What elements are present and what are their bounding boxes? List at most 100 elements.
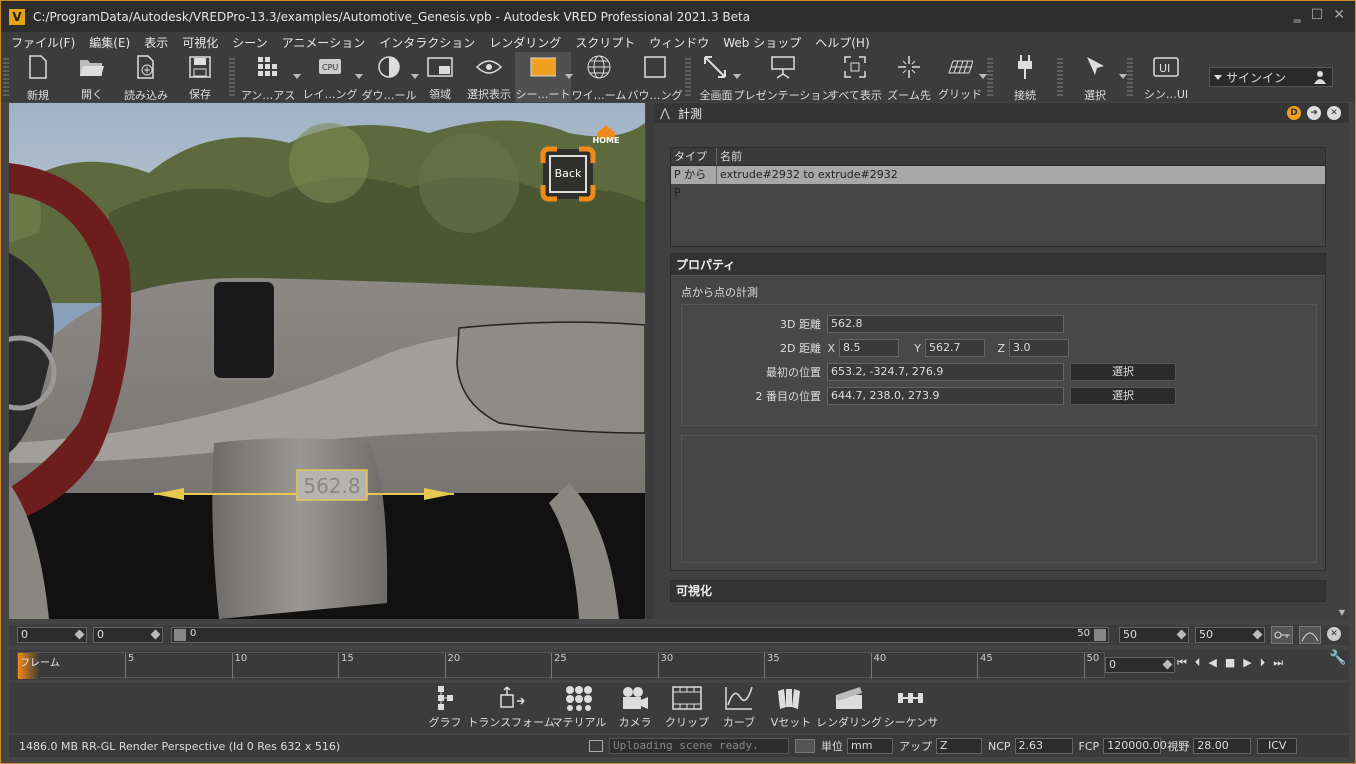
select-second-button[interactable]: 選択 xyxy=(1070,387,1176,405)
unit-select[interactable]: mm xyxy=(847,738,893,754)
clip-button[interactable]: クリップ xyxy=(661,683,713,733)
toolbar-save-button[interactable]: 保存 xyxy=(173,52,227,102)
menu-scene[interactable]: シーン xyxy=(232,34,267,51)
end-frame-spin[interactable]: 50 xyxy=(1119,627,1189,643)
toolbar-grip[interactable] xyxy=(3,58,9,96)
sequencer-button[interactable]: シーケンサ xyxy=(881,683,941,733)
col-type-header[interactable]: タイプ xyxy=(671,148,717,165)
frame-ruler[interactable]: フレーム 5 10 15 20 25 30 35 40 45 50 xyxy=(17,652,1105,679)
step-forward-icon[interactable]: ⏵ xyxy=(1260,656,1266,670)
menu-visualization[interactable]: 可視化 xyxy=(182,34,218,51)
y-field[interactable]: 562.7 xyxy=(925,339,985,357)
toolbar-antialias-button[interactable]: アン…アス xyxy=(237,52,301,102)
key-icon[interactable] xyxy=(1271,626,1293,644)
icv-button[interactable]: ICV xyxy=(1257,738,1298,754)
toolbar-connect-button[interactable]: 接続 xyxy=(995,52,1055,102)
go-end-icon[interactable]: ⏭ xyxy=(1273,656,1283,670)
ncp-field[interactable]: 2.63 xyxy=(1014,738,1073,754)
menu-script[interactable]: スクリプト xyxy=(575,34,635,51)
menu-animation[interactable]: アニメーション xyxy=(282,34,366,51)
toolbar-grip[interactable] xyxy=(1127,58,1133,96)
fov-field[interactable]: 28.00 xyxy=(1193,738,1252,754)
toolbar-open-button[interactable]: 開く xyxy=(65,52,119,102)
x-field[interactable]: 8.5 xyxy=(839,339,899,357)
arrow-right-icon[interactable]: ➜ xyxy=(1307,106,1321,120)
menu-view[interactable]: 表示 xyxy=(144,34,168,51)
range-start-handle[interactable] xyxy=(174,629,186,641)
toolbar-region-button[interactable]: 領域 xyxy=(417,52,463,102)
toolbar-grip[interactable] xyxy=(229,58,235,96)
current-frame-spin[interactable]: 0 xyxy=(1105,657,1175,673)
toolbar-bounding-button[interactable]: バウ…ング xyxy=(627,52,683,102)
toolbar-downscale-button[interactable]: ダウ…ール xyxy=(361,52,419,102)
range-slider[interactable]: 0 50 xyxy=(171,627,1109,643)
clear-log-icon[interactable] xyxy=(795,739,815,753)
play-icon[interactable]: ▶ xyxy=(1243,656,1251,670)
second-position-field[interactable]: 644.7, 238.0, 273.9 xyxy=(827,387,1064,405)
toolbar-sceneplate-button[interactable]: シー…ート xyxy=(515,52,573,102)
signin-dropdown[interactable]: サインイン xyxy=(1209,67,1333,87)
col-name-header[interactable]: 名前 xyxy=(717,148,1325,165)
toolbar-zoom-to-button[interactable]: ズーム先 xyxy=(883,52,935,102)
vset-button[interactable]: Vセット xyxy=(765,683,817,733)
toolbar-select-button[interactable]: 選択 xyxy=(1065,52,1127,102)
dock-icon[interactable]: D xyxy=(1287,106,1301,120)
close-button[interactable]: ✕ xyxy=(1333,7,1345,23)
panel-caret-icon[interactable]: ⋀ xyxy=(660,106,670,120)
menu-file[interactable]: ファイル(F) xyxy=(11,34,75,51)
menu-edit[interactable]: 編集(E) xyxy=(89,34,130,51)
stop-icon[interactable]: ■ xyxy=(1225,656,1235,670)
close-panel-icon[interactable]: ✕ xyxy=(1327,106,1341,120)
render-button[interactable]: レンダリング xyxy=(816,683,882,733)
z-field[interactable]: 3.0 xyxy=(1009,339,1069,357)
wrench-icon[interactable]: 🔧 xyxy=(1329,650,1346,666)
minimize-button[interactable]: ‗ xyxy=(1294,7,1301,23)
graph-button[interactable]: グラフ xyxy=(417,683,473,733)
menu-webshop[interactable]: Web ショップ xyxy=(723,34,801,51)
camera-button[interactable]: カメラ xyxy=(609,683,661,733)
toolbar-import-button[interactable]: 読み込み xyxy=(119,52,173,102)
fcp-field[interactable]: 120000.00 xyxy=(1103,738,1167,754)
toolbar-grip[interactable] xyxy=(987,58,993,96)
material-button[interactable]: マテリアル xyxy=(549,683,609,733)
scroll-down-icon[interactable]: ▼ xyxy=(1339,608,1345,617)
toolbar-new-button[interactable]: 新規 xyxy=(11,52,65,102)
menu-window[interactable]: ウィンドウ xyxy=(649,34,709,51)
table-row[interactable]: P から P extrude#2932 to extrude#2932 xyxy=(671,166,1325,199)
toolbar-raytracing-button[interactable]: CPU レイ…ング xyxy=(299,52,363,102)
toolbar-simple-ui-button[interactable]: UI シン…UI xyxy=(1135,52,1197,102)
start-frame-spin[interactable]: 0 xyxy=(17,627,87,643)
go-start-icon[interactable]: ⏮ xyxy=(1177,656,1187,670)
close-timeline-icon[interactable]: ✕ xyxy=(1327,627,1341,641)
toolbar-grip[interactable] xyxy=(685,58,691,96)
toolbar-wireframe-button[interactable]: ワイ…ーム xyxy=(571,52,627,102)
menu-rendering[interactable]: レンダリング xyxy=(489,34,561,51)
curve-button[interactable]: カーブ xyxy=(713,683,765,733)
navigation-cube[interactable]: Back xyxy=(540,146,596,202)
render-viewport[interactable]: 562.8 Back HOME xyxy=(9,103,645,619)
end-frame-spin-2[interactable]: 50 xyxy=(1195,627,1265,643)
toolbar-fullscreen-button[interactable]: 全画面 xyxy=(693,52,741,102)
menu-help[interactable]: ヘルプ(H) xyxy=(815,34,869,51)
viewport-splitter[interactable] xyxy=(646,103,654,619)
curve-editor-icon[interactable] xyxy=(1299,626,1321,644)
first-position-field[interactable]: 653.2, -324.7, 276.9 xyxy=(827,363,1064,381)
toolbar-show-selected-button[interactable]: 選択表示 xyxy=(463,52,515,102)
transform-button[interactable]: トランスフォーム xyxy=(467,683,555,733)
visualization-section-header[interactable]: 可視化 xyxy=(670,580,1326,602)
dist3d-field[interactable]: 562.8 xyxy=(827,315,1064,333)
step-back-icon[interactable]: ⏴ xyxy=(1195,656,1201,670)
terminal-icon[interactable] xyxy=(589,740,603,752)
select-first-button[interactable]: 選択 xyxy=(1070,363,1176,381)
start-frame-spin-2[interactable]: 0 xyxy=(93,627,163,643)
properties-header[interactable]: プロパティ xyxy=(671,254,1325,276)
play-reverse-icon[interactable]: ◀ xyxy=(1208,656,1216,670)
menu-interaction[interactable]: インタラクション xyxy=(379,34,475,51)
toolbar-grip[interactable] xyxy=(1057,58,1063,96)
up-axis-select[interactable]: Z xyxy=(936,738,982,754)
toolbar-grid-button[interactable]: グリッド xyxy=(935,52,987,102)
range-end-handle[interactable] xyxy=(1094,629,1106,641)
maximize-button[interactable]: ☐ xyxy=(1311,7,1324,23)
toolbar-view-all-button[interactable]: すべて表示 xyxy=(827,52,883,102)
toolbar-presentation-button[interactable]: プレゼンテーション xyxy=(734,52,832,102)
